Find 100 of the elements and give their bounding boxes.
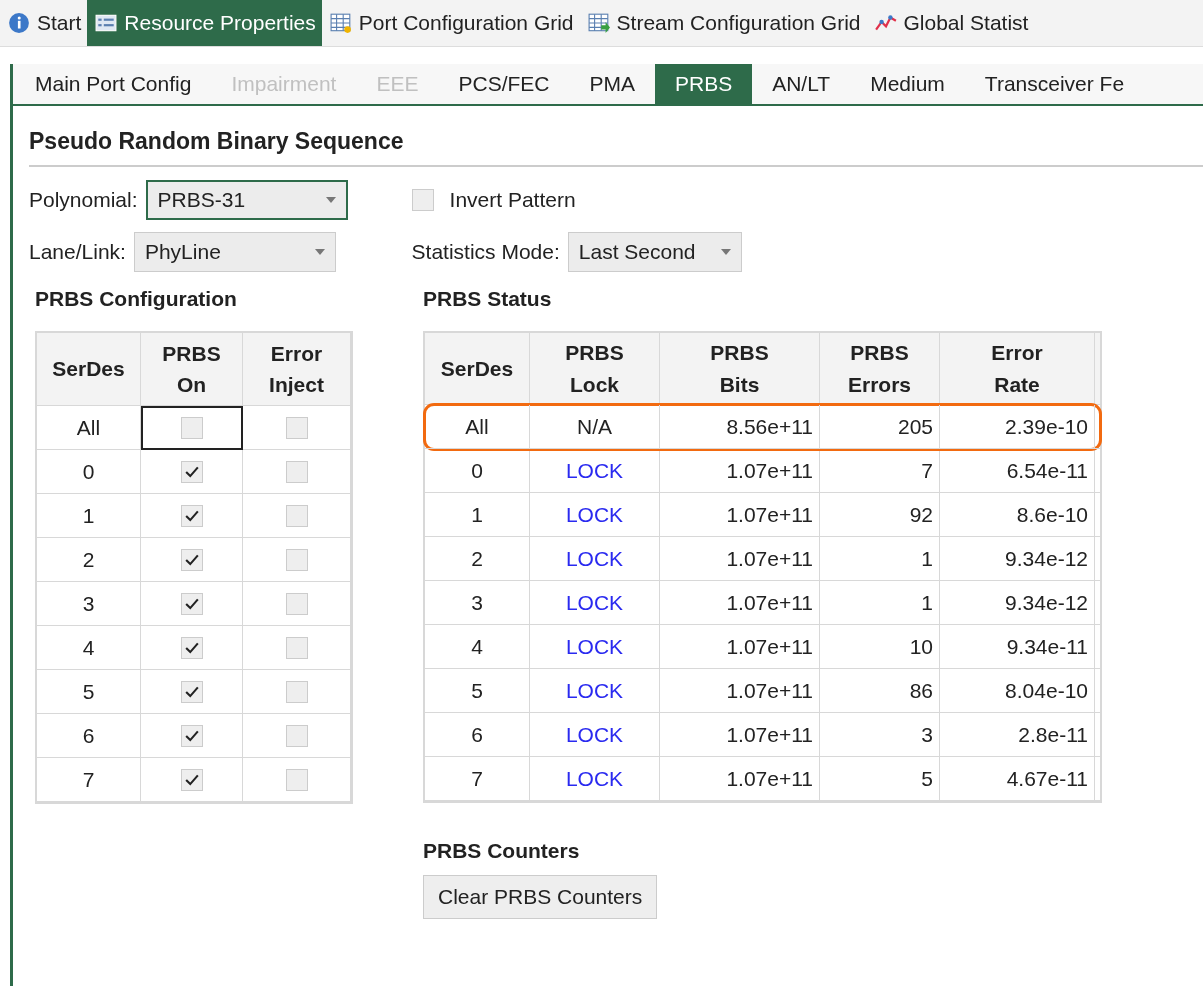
column-header: PRBS Bits xyxy=(660,333,820,405)
column-header: PRBS On xyxy=(141,333,243,406)
table-cell: 0 xyxy=(37,450,141,494)
check-icon xyxy=(184,465,199,478)
table-cell: LOCK xyxy=(530,537,660,581)
table-cell: 1 xyxy=(425,493,530,537)
tab[interactable]: PRBS xyxy=(655,64,753,104)
checkbox[interactable] xyxy=(411,189,434,211)
section-title: Pseudo Random Binary Sequence xyxy=(29,106,1203,167)
checkbox[interactable] xyxy=(285,768,308,791)
table-cell: 205 xyxy=(820,405,940,449)
field-label: Lane/Link: xyxy=(29,240,126,264)
checkbox[interactable] xyxy=(180,416,203,439)
checkbox[interactable] xyxy=(285,504,308,527)
column-header: SerDes xyxy=(425,333,530,405)
table-cell: 1.07e+11 xyxy=(660,625,820,669)
table-cell: LOCK xyxy=(530,757,660,801)
table-cell: 6 xyxy=(37,714,141,758)
table-cell: 4 xyxy=(37,626,141,670)
table-cell: 2.39e-10 xyxy=(940,405,1095,449)
table-cell: 86 xyxy=(820,669,940,713)
table-cell: 4 xyxy=(425,625,530,669)
table-cell: 1.07e+11 xyxy=(660,493,820,537)
table-cell: 1 xyxy=(820,581,940,625)
checkbox[interactable] xyxy=(180,548,203,571)
checkbox[interactable] xyxy=(285,416,308,439)
table-cell: 2.8e-11 xyxy=(940,713,1095,757)
table-cell: All xyxy=(37,406,141,450)
table-cell: 8.6e-10 xyxy=(940,493,1095,537)
checkbox[interactable] xyxy=(285,548,308,571)
table-cell: 10 xyxy=(820,625,940,669)
grid-icon xyxy=(329,12,352,34)
checkbox[interactable] xyxy=(180,636,203,659)
document-tab[interactable]: Start xyxy=(0,0,88,46)
checkbox[interactable] xyxy=(285,724,308,747)
column-header: PRBS Lock xyxy=(530,333,660,405)
field-label: Polynomial: xyxy=(29,188,138,212)
tab[interactable]: Main Port Config xyxy=(13,64,212,104)
table-cell: All xyxy=(425,405,530,449)
tab[interactable]: PCS/FEC xyxy=(438,64,570,104)
checkbox[interactable] xyxy=(180,460,203,483)
table-cell: 1.07e+11 xyxy=(660,537,820,581)
check-icon xyxy=(184,685,199,698)
tab[interactable]: Transceiver Fe xyxy=(964,64,1145,104)
table-cell: 9.34e-11 xyxy=(940,625,1095,669)
document-tab[interactable]: Port Configuration Grid xyxy=(321,0,580,46)
table-cell: 1 xyxy=(37,494,141,538)
table-cell: LOCK xyxy=(530,713,660,757)
checkbox[interactable] xyxy=(180,724,203,747)
section-heading: PRBS Status xyxy=(423,287,553,311)
document-tab[interactable]: Stream Configuration Grid xyxy=(579,0,867,46)
section-heading: PRBS Configuration xyxy=(35,287,238,311)
table-cell: 1.07e+11 xyxy=(660,713,820,757)
check-icon xyxy=(184,729,199,742)
dropdown[interactable]: Last Second xyxy=(567,232,742,272)
table-cell: 1.07e+11 xyxy=(660,581,820,625)
document-tab[interactable]: Global Statist xyxy=(866,0,1035,46)
table-cell: 9.34e-12 xyxy=(940,537,1095,581)
check-icon xyxy=(184,553,199,566)
list-icon xyxy=(95,12,118,34)
tab[interactable]: AN/LT xyxy=(752,64,851,104)
table-cell: 1.07e+11 xyxy=(660,449,820,493)
checkbox[interactable] xyxy=(180,768,203,791)
table-cell: 5 xyxy=(425,669,530,713)
field-label: Statistics Mode: xyxy=(411,240,560,264)
checkbox[interactable] xyxy=(285,460,308,483)
table-cell: LOCK xyxy=(530,449,660,493)
check-icon xyxy=(184,509,199,522)
table-cell: 2 xyxy=(37,538,141,582)
caret-icon xyxy=(325,197,336,203)
table-cell: 1.07e+11 xyxy=(660,757,820,801)
document-tab[interactable]: Resource Properties xyxy=(87,0,322,46)
tab[interactable]: PMA xyxy=(569,64,655,104)
table-cell: 7 xyxy=(820,449,940,493)
checkbox[interactable] xyxy=(285,680,308,703)
checkbox-label: Invert Pattern xyxy=(449,188,576,212)
caret-icon xyxy=(720,249,731,255)
checkbox[interactable] xyxy=(180,680,203,703)
table-cell: 3 xyxy=(820,713,940,757)
checkbox[interactable] xyxy=(285,592,308,615)
table-cell: 92 xyxy=(820,493,940,537)
table-cell: 5 xyxy=(820,757,940,801)
tab[interactable]: Medium xyxy=(850,64,965,104)
section-heading: PRBS Counters xyxy=(423,839,581,863)
column-header: Error Rate xyxy=(940,333,1095,405)
checkbox[interactable] xyxy=(180,592,203,615)
table-cell: LOCK xyxy=(530,669,660,713)
table-cell: 8.04e-10 xyxy=(940,669,1095,713)
table-cell: 7 xyxy=(37,758,141,802)
checkbox[interactable] xyxy=(285,636,308,659)
checkbox[interactable] xyxy=(180,504,203,527)
info-icon xyxy=(8,12,30,34)
table-cell: 0 xyxy=(425,449,530,493)
dropdown[interactable]: PhyLine xyxy=(133,232,336,272)
dropdown[interactable]: PRBS-31 xyxy=(145,180,348,220)
check-icon xyxy=(184,641,199,654)
table-cell: 6.54e-11 xyxy=(940,449,1095,493)
clear-counters-button[interactable]: Clear PRBS Counters xyxy=(423,875,658,919)
table-cell: 3 xyxy=(37,582,141,626)
table-cell: 7 xyxy=(425,757,530,801)
